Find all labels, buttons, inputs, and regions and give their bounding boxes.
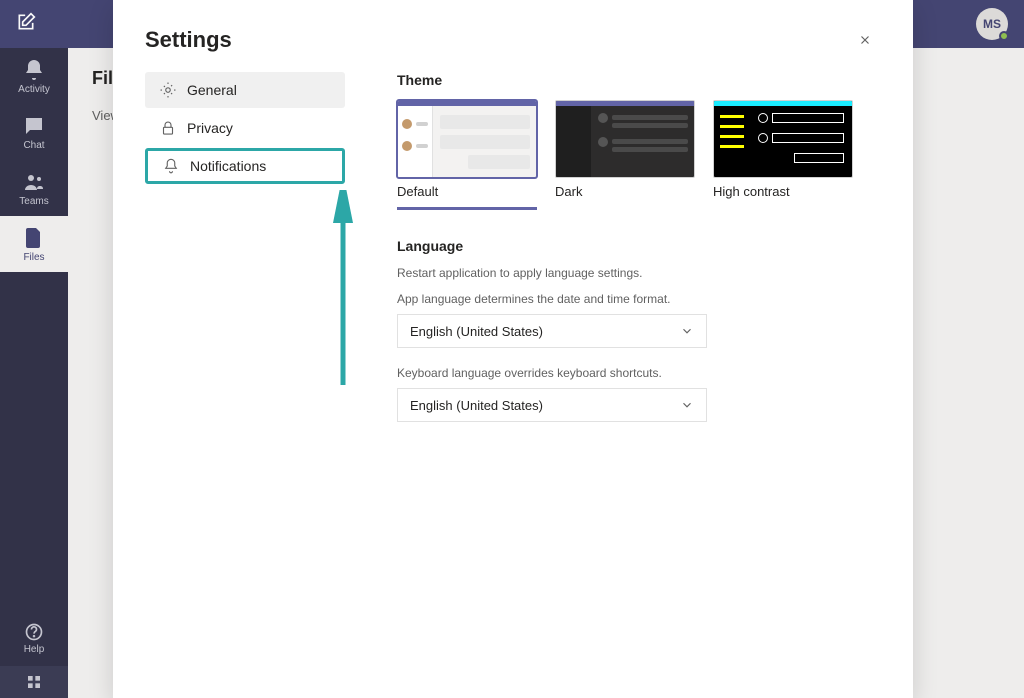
keyboard-language-desc: Keyboard language overrides keyboard sho… bbox=[397, 366, 881, 380]
theme-dark[interactable]: Dark bbox=[555, 100, 695, 210]
settings-nav-privacy[interactable]: Privacy bbox=[145, 110, 345, 146]
theme-default-thumb bbox=[397, 100, 537, 178]
settings-modal: Settings General Privacy Notifications T… bbox=[113, 0, 913, 698]
settings-nav: General Privacy Notifications bbox=[145, 68, 345, 698]
theme-dark-thumb bbox=[555, 100, 695, 178]
app-language-dropdown[interactable]: English (United States) bbox=[397, 314, 707, 348]
modal-header: Settings bbox=[113, 0, 913, 68]
keyboard-language-dropdown[interactable]: English (United States) bbox=[397, 388, 707, 422]
settings-content: Theme Default bbox=[377, 68, 881, 698]
theme-hc-thumb bbox=[713, 100, 853, 178]
theme-title: Theme bbox=[397, 72, 881, 88]
settings-nav-general[interactable]: General bbox=[145, 72, 345, 108]
language-title: Language bbox=[397, 238, 881, 254]
language-restart-hint: Restart application to apply language se… bbox=[397, 266, 881, 280]
app-language-desc: App language determines the date and tim… bbox=[397, 292, 881, 306]
close-button[interactable] bbox=[849, 24, 881, 56]
settings-nav-notifications[interactable]: Notifications bbox=[145, 148, 345, 184]
theme-options: Default Dark bbox=[397, 100, 881, 210]
chevron-down-icon bbox=[680, 398, 694, 412]
modal-title: Settings bbox=[145, 27, 232, 53]
theme-high-contrast[interactable]: High contrast bbox=[713, 100, 853, 210]
chevron-down-icon bbox=[680, 324, 694, 338]
theme-default[interactable]: Default bbox=[397, 100, 537, 210]
